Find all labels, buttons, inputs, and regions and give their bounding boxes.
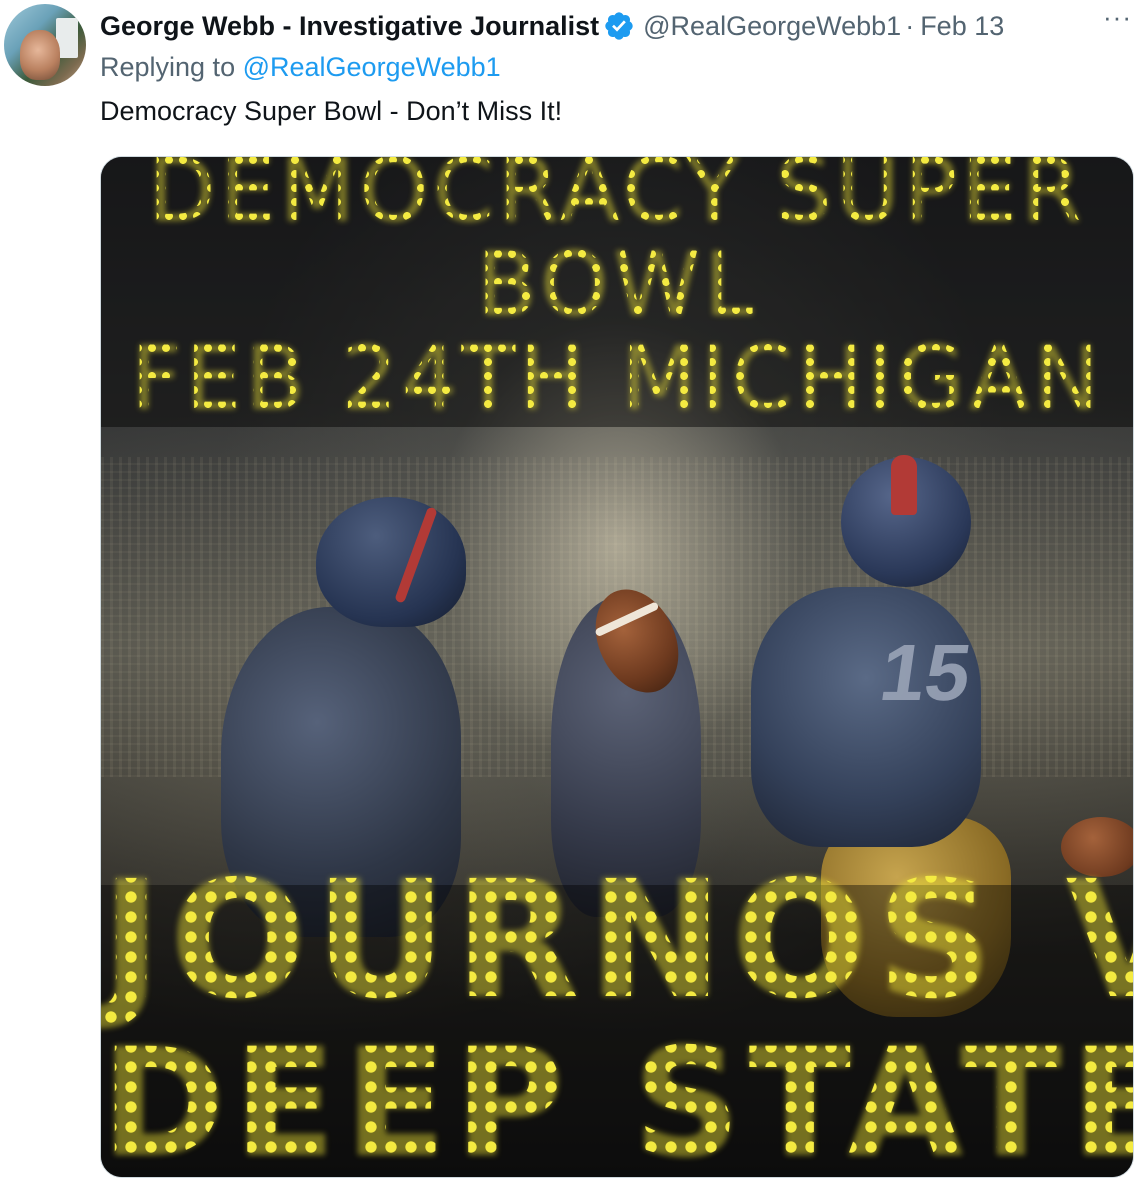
- author-handle[interactable]: @RealGeorgeWebb1: [643, 11, 901, 42]
- tweet-media-image[interactable]: 15 DEMOCRACY SUPER BOWL FEB 24TH MICHIGA…: [100, 156, 1134, 1178]
- player-left-helmet: [316, 497, 466, 627]
- replying-to: Replying to @RealGeorgeWebb1: [100, 52, 501, 83]
- replying-to-mention[interactable]: @RealGeorgeWebb1: [243, 52, 501, 82]
- verified-badge-icon[interactable]: [603, 10, 635, 42]
- tweet-date[interactable]: Feb 13: [920, 11, 1004, 42]
- player-right-helmet: [841, 455, 971, 587]
- avatar-face: [20, 30, 60, 80]
- author-avatar[interactable]: [4, 4, 86, 86]
- marquee-line-2: BOWL: [476, 233, 758, 336]
- tweet-text: Democracy Super Bowl - Don’t Miss It!: [100, 96, 563, 126]
- jersey-number: 15: [874, 628, 977, 717]
- marquee-line-5: DEEP STATE: [101, 1017, 1133, 1177]
- author-name[interactable]: George Webb - Investigative Journalist: [100, 11, 599, 42]
- separator-dot: ·: [905, 10, 915, 41]
- marquee-line-4: JOURNOS V: [101, 847, 1133, 1035]
- replying-prefix: Replying to: [100, 52, 243, 82]
- marquee-line-3: FEB 24TH MICHIGAN: [130, 327, 1104, 430]
- tweet-header: George Webb - Investigative Journalist @…: [100, 8, 1140, 44]
- marquee-line-1: DEMOCRACY SUPER: [101, 157, 1133, 242]
- more-options-icon[interactable]: ···: [1103, 2, 1132, 33]
